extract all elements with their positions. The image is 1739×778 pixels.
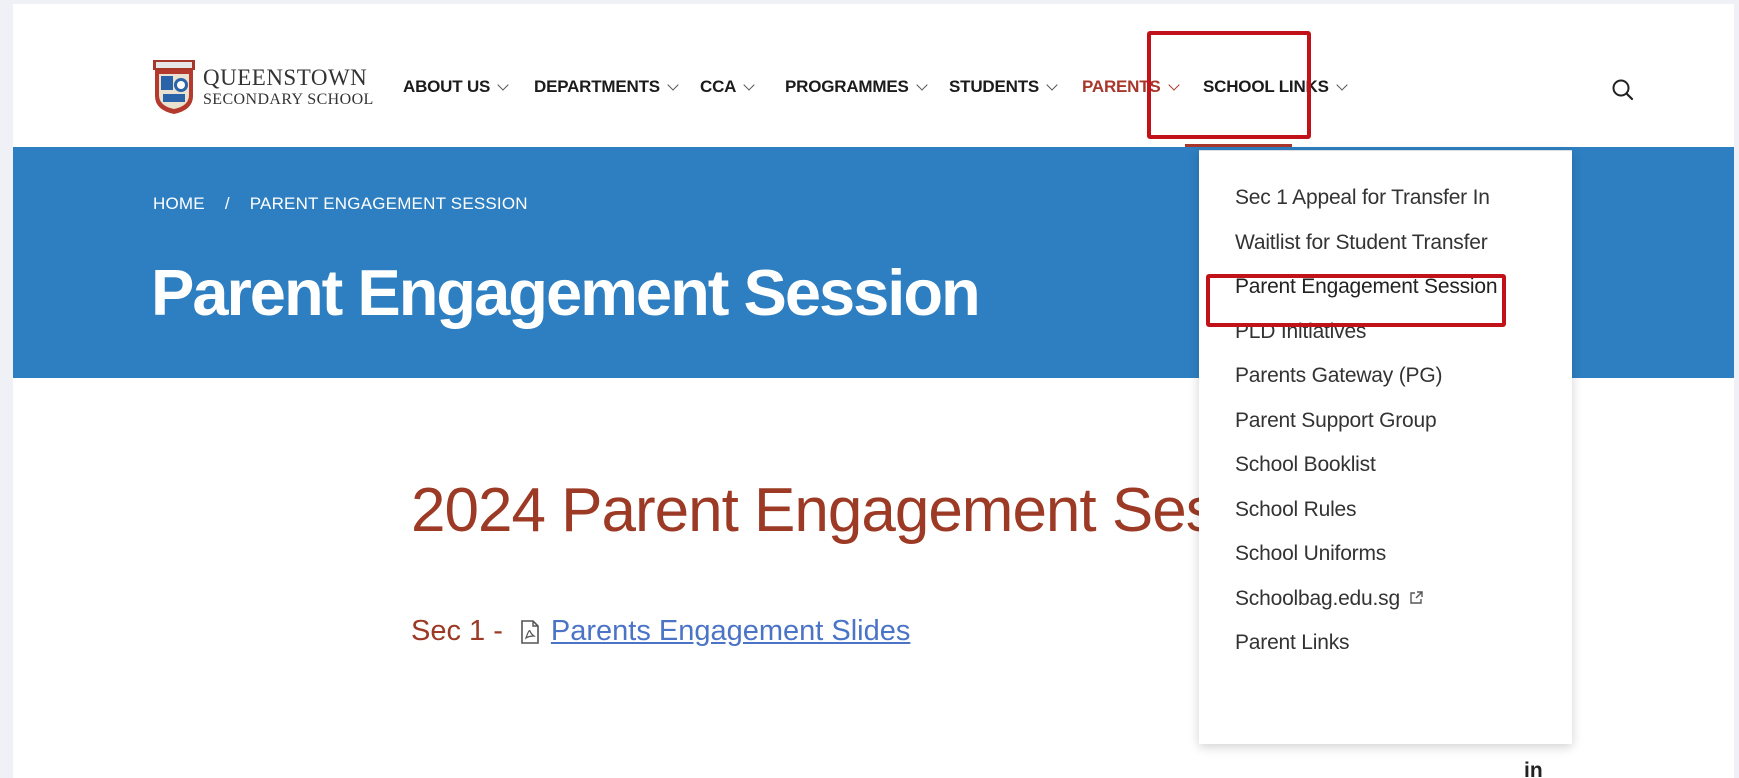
nav-programmes[interactable]: PROGRAMMES [785,77,928,97]
dropdown-item-schoolbag[interactable]: Schoolbag.edu.sg [1235,587,1424,611]
nav-label: STUDENTS [949,77,1040,96]
nav-label: SCHOOL LINKS [1203,77,1329,96]
linkedin-icon[interactable]: in [1524,759,1543,778]
content-line: Sec 1 - Parents Engagement Slides [411,615,910,648]
pdf-file-icon [519,619,541,645]
nav-label: ABOUT US [403,77,491,96]
dropdown-item-school-booklist[interactable]: School Booklist [1235,453,1376,477]
nav-school-links[interactable]: SCHOOL LINKS [1203,77,1348,97]
dropdown-item-parent-engagement-session[interactable]: Parent Engagement Session [1235,275,1498,299]
nav-cca[interactable]: CCA [700,77,755,97]
chevron-down-icon [915,78,928,91]
logo-line-2: SECONDARY SCHOOL [203,90,374,108]
chevron-down-icon [497,78,509,91]
school-crest-icon [151,58,197,116]
dropdown-item-school-uniforms[interactable]: School Uniforms [1235,542,1386,566]
parents-dropdown-menu: Sec 1 Appeal for Transfer In Waitlist fo… [1199,150,1572,744]
nav-label: PROGRAMMES [785,77,909,96]
dropdown-item-pld-initiatives[interactable]: PLD Initiatives [1235,320,1366,344]
page: QUEENSTOWN SECONDARY SCHOOL ABOUT US DEP… [13,4,1734,778]
school-logo[interactable]: QUEENSTOWN SECONDARY SCHOOL [151,58,374,116]
dropdown-item-waitlist[interactable]: Waitlist for Student Transfer [1235,231,1488,255]
dropdown-item-parent-support-group[interactable]: Parent Support Group [1235,409,1437,433]
search-icon[interactable] [1610,77,1636,103]
nav-label: CCA [700,77,737,96]
breadcrumb-current: PARENT ENGAGEMENT SESSION [249,194,528,213]
nav-label: PARENTS [1082,77,1161,96]
chevron-down-icon [1046,78,1058,91]
dropdown-item-sec1-appeal[interactable]: Sec 1 Appeal for Transfer In [1235,186,1490,210]
chevron-down-icon [667,78,679,91]
breadcrumb-separator: / [224,194,230,213]
breadcrumb-home[interactable]: HOME [153,194,205,214]
content-line-prefix: Sec 1 - [411,615,503,647]
site-header: QUEENSTOWN SECONDARY SCHOOL ABOUT US DEP… [13,4,1734,147]
nav-students[interactable]: STUDENTS [949,77,1058,97]
nav-label: DEPARTMENTS [534,77,660,96]
dropdown-item-label: Schoolbag.edu.sg [1235,587,1400,610]
content-heading: 2024 Parent Engagement Session [411,476,1326,545]
dropdown-item-parent-links[interactable]: Parent Links [1235,631,1350,655]
page-title: Parent Engagement Session [151,256,981,329]
external-link-icon [1408,588,1424,604]
nav-about-us[interactable]: ABOUT US [403,77,509,97]
nav-parents[interactable]: PARENTS [1082,77,1180,97]
nav-departments[interactable]: DEPARTMENTS [534,77,679,97]
chevron-down-icon [743,78,755,91]
logo-line-1: QUEENSTOWN [203,64,368,90]
parents-engagement-slides-link[interactable]: Parents Engagement Slides [551,615,911,648]
dropdown-item-parents-gateway[interactable]: Parents Gateway (PG) [1235,364,1442,388]
chevron-down-icon [1167,78,1180,91]
chevron-down-icon [1336,78,1348,91]
dropdown-item-school-rules[interactable]: School Rules [1235,498,1357,522]
breadcrumb: HOME / PARENT ENGAGEMENT SESSION [153,194,528,214]
